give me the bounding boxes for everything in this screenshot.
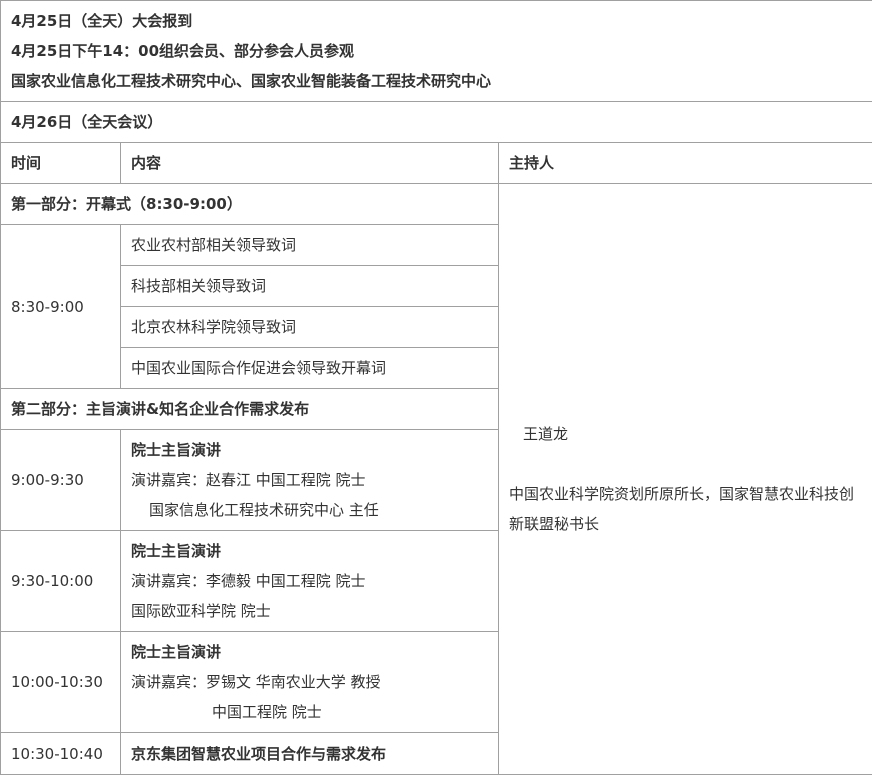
header-time: 时间 (0, 142, 121, 184)
session-speaker-affiliation: 国际欧亚科学院 院士 (131, 602, 271, 620)
day1-cell: 4月25日（全天）大会报到 4月25日下午14：00组织会员、部分参会人员参观 … (0, 0, 872, 102)
day2-row: 4月26日（全天会议） (0, 101, 872, 143)
session-heading: 院士主旨演讲 (131, 542, 222, 560)
host-title: 中国农业科学院资划所原所长，国家智慧农业科技创新联盟秘书长 (509, 485, 855, 533)
session-content: 院士主旨演讲 演讲嘉宾：李德毅 中国工程院 院士 国际欧亚科学院 院士 (120, 530, 499, 632)
part1-time: 8:30-9:00 (0, 224, 121, 389)
header-row: 时间 内容 主持人 (0, 142, 872, 184)
part1-item: 农业农村部相关领导致词 (120, 224, 499, 266)
day1-registration: 4月25日（全天）大会报到 (11, 12, 193, 30)
session-heading: 院士主旨演讲 (131, 643, 222, 661)
session-time: 9:30-10:00 (0, 530, 121, 632)
part1-item: 中国农业国际合作促进会领导致开幕词 (120, 347, 499, 389)
host-name: 王道龙 (523, 425, 569, 443)
day2-title: 4月26日（全天会议） (0, 101, 872, 143)
day1-visit-sites: 国家农业信息化工程技术研究中心、国家农业智能装备工程技术研究中心 (11, 72, 492, 90)
session-heading: 院士主旨演讲 (131, 441, 222, 459)
session-content: 京东集团智慧农业项目合作与需求发布 (120, 732, 499, 775)
header-host: 主持人 (498, 142, 872, 184)
session-speaker: 演讲嘉宾：罗锡文 华南农业大学 教授 (131, 673, 381, 691)
day1-row: 4月25日（全天）大会报到 4月25日下午14：00组织会员、部分参会人员参观 … (0, 0, 872, 102)
session-speaker-affiliation: 国家信息化工程技术研究中心 主任 (149, 501, 379, 519)
session-time: 10:30-10:40 (0, 732, 121, 775)
part2-title: 第二部分：主旨演讲&知名企业合作需求发布 (0, 388, 499, 430)
part1-title: 第一部分：开幕式（8:30-9:00） (0, 183, 499, 225)
session-content: 院士主旨演讲 演讲嘉宾：罗锡文 华南农业大学 教授 中国工程院 院士 (120, 631, 499, 733)
host-cell: 王道龙 中国农业科学院资划所原所长，国家智慧农业科技创新联盟秘书长 (498, 183, 872, 775)
part1-title-row: 第一部分：开幕式（8:30-9:00） 王道龙 中国农业科学院资划所原所长，国家… (0, 183, 872, 775)
session-content: 院士主旨演讲 演讲嘉宾：赵春江 中国工程院 院士 国家信息化工程技术研究中心 主… (120, 429, 499, 531)
agenda-table: 4月25日（全天）大会报到 4月25日下午14：00组织会员、部分参会人员参观 … (0, 0, 872, 775)
session-time: 9:00-9:30 (0, 429, 121, 531)
part1-item: 北京农林科学院领导致词 (120, 306, 499, 348)
session-speaker: 演讲嘉宾：赵春江 中国工程院 院士 (131, 471, 366, 489)
part1-item: 科技部相关领导致词 (120, 265, 499, 307)
day1-visit: 4月25日下午14：00组织会员、部分参会人员参观 (11, 42, 355, 60)
header-content: 内容 (120, 142, 499, 184)
session-speaker: 演讲嘉宾：李德毅 中国工程院 院士 (131, 572, 366, 590)
session-time: 10:00-10:30 (0, 631, 121, 733)
session-speaker-affiliation: 中国工程院 院士 (212, 703, 322, 721)
